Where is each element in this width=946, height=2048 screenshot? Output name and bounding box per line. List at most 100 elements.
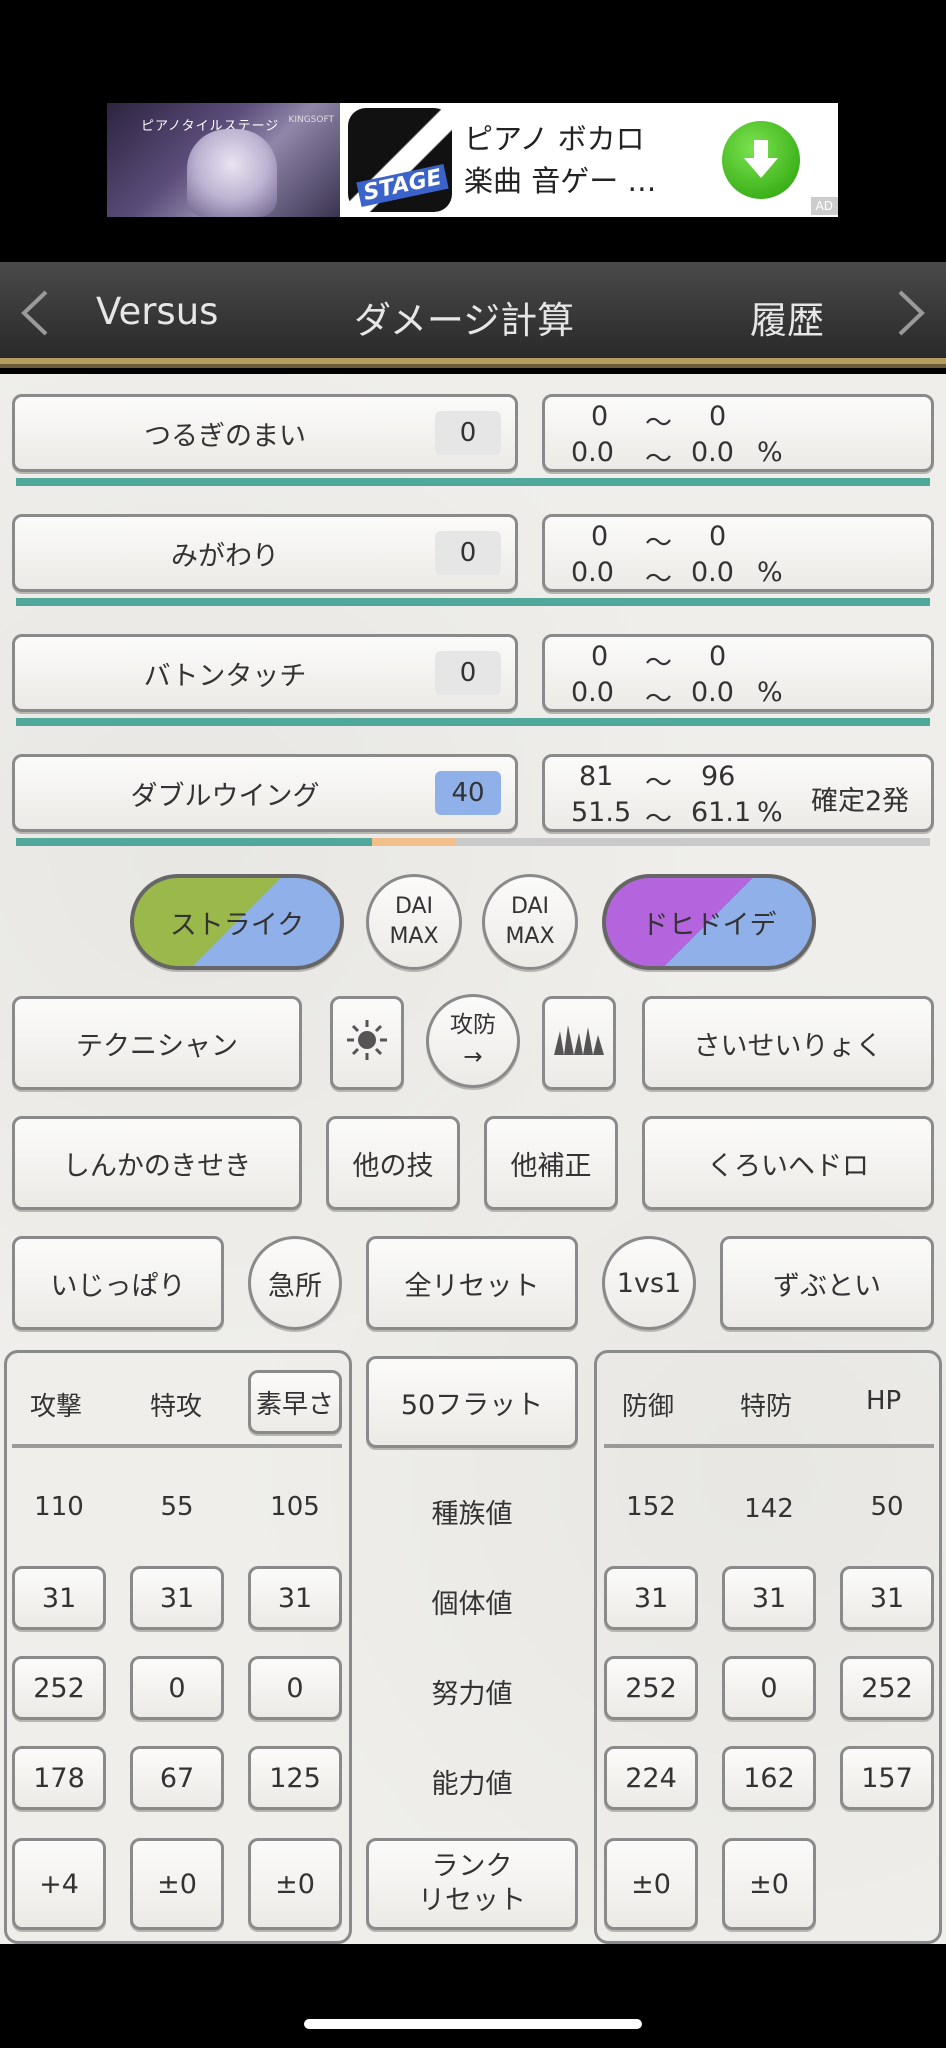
value: 31 — [633, 1582, 669, 1614]
dynamax-label-top: DAI — [510, 894, 550, 919]
critical-hit-button[interactable]: 急所 — [248, 1236, 342, 1330]
attacker-ev-speed[interactable]: 0 — [248, 1656, 342, 1720]
attacker-header-divider — [12, 1444, 342, 1448]
nav-bar: Versus ダメージ計算 履歴 — [0, 262, 946, 368]
attacker-ability-button[interactable]: テクニシャン — [12, 996, 302, 1090]
percent-max: 0.0 — [691, 437, 734, 468]
defender-ev-sp-defense[interactable]: 0 — [722, 1656, 816, 1720]
value: 31 — [869, 1582, 905, 1614]
dynamax-defender-button[interactable]: DAI MAX — [482, 874, 578, 970]
value: 0 — [760, 1672, 778, 1704]
header-hp[interactable]: HP — [866, 1386, 901, 1416]
move-power[interactable]: 0 — [435, 651, 501, 695]
header-speed[interactable]: 素早さ — [248, 1370, 342, 1434]
nav-history[interactable]: 履歴 — [750, 290, 824, 344]
damage-min: 0 — [591, 521, 609, 552]
attacker-nature-button[interactable]: いじっぱり — [12, 1236, 224, 1330]
damage-max: 0 — [709, 521, 727, 552]
move-power[interactable]: 0 — [435, 411, 501, 455]
swap-attack-defense-button[interactable]: 攻防 → — [426, 994, 520, 1088]
attacker-item-button[interactable]: しんかのきせき — [12, 1116, 302, 1210]
row-label-base-stats: 種族値 — [431, 1499, 513, 1530]
dynamax-attacker-button[interactable]: DAI MAX — [366, 874, 462, 970]
defender-stat-sp-defense[interactable]: 162 — [722, 1746, 816, 1810]
move-button-2[interactable]: みがわり 0 — [12, 514, 518, 592]
move-power[interactable]: 40 — [435, 771, 501, 815]
defender-ability-button[interactable]: さいせいりょく — [642, 996, 934, 1090]
value: 0 — [168, 1672, 186, 1704]
header-defense[interactable]: 防御 — [622, 1386, 674, 1423]
damage-result-3[interactable]: 0 〜 0 0.0 〜 0.0 % — [542, 634, 934, 715]
attacker-type-button[interactable]: ストライク — [130, 874, 344, 970]
chevron-left-icon[interactable] — [12, 288, 60, 338]
tilde: 〜 — [645, 804, 672, 835]
weather-button[interactable] — [330, 996, 404, 1090]
home-indicator — [304, 2019, 642, 2029]
attacker-rank-speed[interactable]: ±0 — [248, 1838, 342, 1930]
damage-result-4[interactable]: 81 〜 96 51.5 〜 61.1 % 確定2発 — [542, 754, 934, 835]
attacker-iv-attack[interactable]: 31 — [12, 1566, 106, 1630]
battle-mode-button[interactable]: 1vs1 — [602, 1236, 696, 1330]
download-arrow-icon[interactable] — [722, 121, 800, 199]
damage-max: 0 — [709, 641, 727, 672]
defender-rank-sp-defense[interactable]: ±0 — [722, 1838, 816, 1930]
header-attack[interactable]: 攻撃 — [30, 1386, 82, 1423]
chevron-right-icon[interactable] — [886, 288, 934, 338]
ad-badge[interactable]: AD — [810, 197, 838, 215]
ad-banner[interactable]: ピアノタイルステージ KINGSOFT STAGE ピアノ ボカロ 楽曲 音ゲー… — [107, 103, 838, 217]
ad-app-icon[interactable]: STAGE — [348, 108, 452, 212]
move-power[interactable]: 0 — [435, 531, 501, 575]
defender-iv-hp[interactable]: 31 — [840, 1566, 934, 1630]
defender-ev-defense[interactable]: 252 — [604, 1656, 698, 1720]
defender-iv-defense[interactable]: 31 — [604, 1566, 698, 1630]
rank-reset-button[interactable]: ランク リセット — [366, 1838, 578, 1930]
attacker-stat-attack[interactable]: 178 — [12, 1746, 106, 1810]
move-name: みがわり — [171, 540, 279, 572]
flat-50-button[interactable]: 50フラット — [366, 1356, 578, 1448]
nav-versus[interactable]: Versus — [96, 290, 218, 333]
attacker-stat-sp-attack[interactable]: 67 — [130, 1746, 224, 1810]
ad-thumb-brand: KINGSOFT — [288, 115, 334, 125]
attacker-rank-sp-attack[interactable]: ±0 — [130, 1838, 224, 1930]
attacker-stat-speed[interactable]: 125 — [248, 1746, 342, 1810]
sun-icon — [345, 1018, 389, 1069]
defender-type-button[interactable]: ドヒドイデ — [602, 874, 816, 970]
defender-iv-sp-defense[interactable]: 31 — [722, 1566, 816, 1630]
attacker-rank-attack[interactable]: +4 — [12, 1838, 106, 1930]
other-modifier-button[interactable]: 他補正 — [484, 1116, 618, 1210]
hp-remaining-segment — [16, 838, 372, 846]
ad-thumbnail[interactable]: ピアノタイルステージ KINGSOFT — [107, 103, 340, 217]
defender-nature-button[interactable]: ずぶとい — [720, 1236, 934, 1330]
ad-line-2: 楽曲 音ゲー … — [464, 164, 657, 198]
flat-50-label: 50フラット — [400, 1389, 544, 1421]
attacker-ev-attack[interactable]: 252 — [12, 1656, 106, 1720]
defender-ev-hp[interactable]: 252 — [840, 1656, 934, 1720]
attacker-iv-speed[interactable]: 31 — [248, 1566, 342, 1630]
defender-stat-hp[interactable]: 157 — [840, 1746, 934, 1810]
terrain-button[interactable] — [542, 996, 616, 1090]
attacker-iv-sp-attack[interactable]: 31 — [130, 1566, 224, 1630]
ad-text[interactable]: ピアノ ボカロ 楽曲 音ゲー … — [460, 103, 722, 217]
other-move-button[interactable]: 他の技 — [326, 1116, 460, 1210]
move-button-3[interactable]: バトンタッチ 0 — [12, 634, 518, 712]
hp-bar-2 — [16, 598, 930, 606]
defender-item-button[interactable]: くろいヘドロ — [642, 1116, 934, 1210]
defender-rank-defense[interactable]: ±0 — [604, 1838, 698, 1930]
move-button-4[interactable]: ダブルウイング 40 — [12, 754, 518, 832]
defender-name: ドヒドイデ — [641, 909, 777, 941]
grass-icon — [552, 1023, 606, 1064]
value: ±0 — [157, 1868, 197, 1900]
value: 252 — [625, 1672, 677, 1704]
reset-all-button[interactable]: 全リセット — [366, 1236, 578, 1330]
attacker-ev-sp-attack[interactable]: 0 — [130, 1656, 224, 1720]
attacker-ability-label: テクニシャン — [76, 1030, 238, 1062]
attacker-nature-label: いじっぱり — [50, 1270, 186, 1302]
header-speed-label: 素早さ — [255, 1389, 334, 1420]
page-title: ダメージ計算 — [354, 299, 575, 342]
defender-stat-defense[interactable]: 224 — [604, 1746, 698, 1810]
header-sp-defense[interactable]: 特防 — [740, 1386, 792, 1423]
damage-result-2[interactable]: 0 〜 0 0.0 〜 0.0 % — [542, 514, 934, 595]
header-sp-attack[interactable]: 特攻 — [150, 1386, 202, 1423]
damage-result-1[interactable]: 0 〜 0 0.0 〜 0.0 % — [542, 394, 934, 475]
move-button-1[interactable]: つるぎのまい 0 — [12, 394, 518, 472]
